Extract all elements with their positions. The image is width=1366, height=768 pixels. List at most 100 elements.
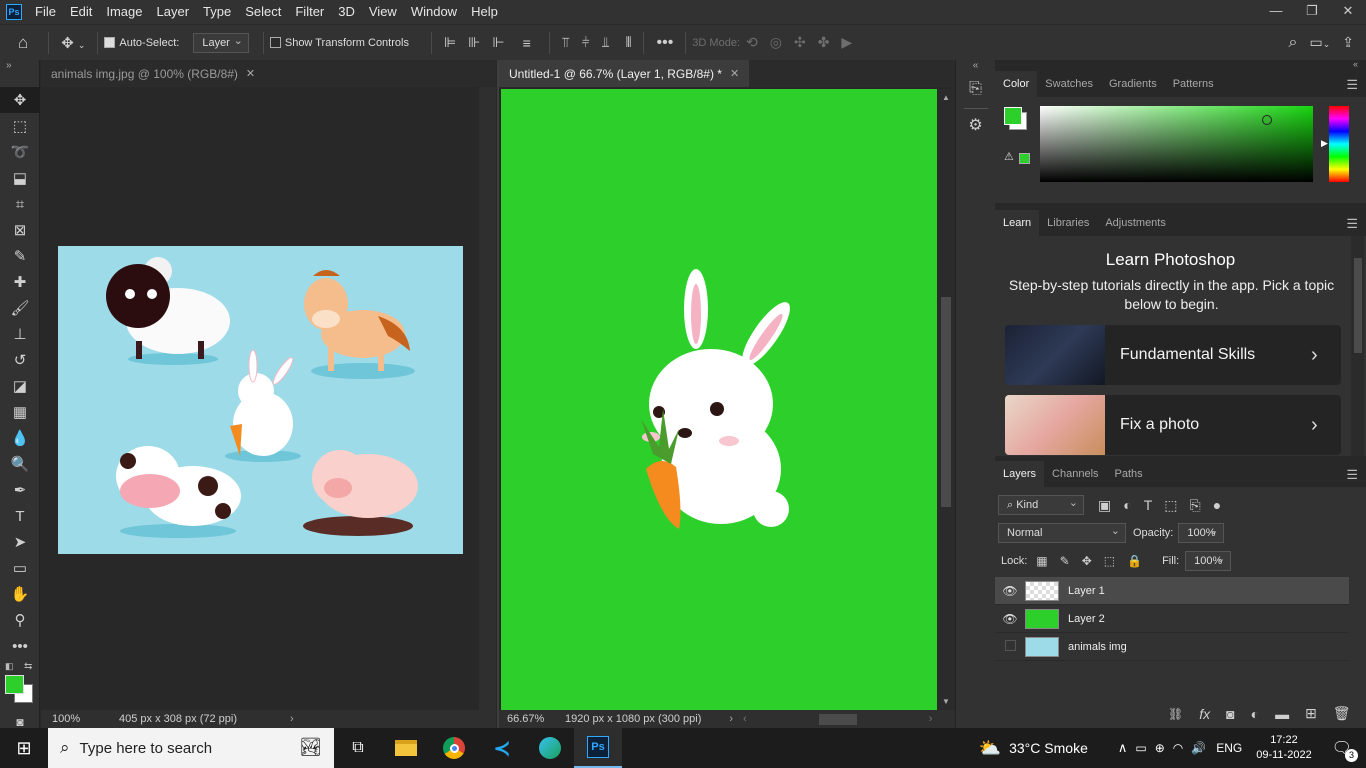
clone-stamp-tool-icon[interactable]: ⊥	[0, 321, 40, 347]
tab-channels[interactable]: Channels	[1044, 461, 1106, 487]
scroll-left-icon[interactable]: ‹	[743, 713, 747, 725]
layer-name[interactable]: Layer 2	[1068, 613, 1105, 625]
learn-scroll-thumb[interactable]	[1354, 258, 1362, 353]
color-panel-menu-icon[interactable]: ☰	[1346, 77, 1358, 93]
home-icon[interactable]: ⌂	[18, 33, 28, 53]
link-layers-icon[interactable]: ⛓	[1168, 707, 1183, 721]
lock-all-icon[interactable]: 🔒	[1127, 554, 1142, 568]
doc1-vertical-scrollbar[interactable]	[479, 87, 496, 711]
eye-icon[interactable]: 👁	[995, 612, 1025, 626]
crop-tool-icon[interactable]: ⌗	[0, 191, 40, 217]
scroll-right-icon[interactable]: ›	[929, 713, 933, 725]
rectangle-tool-icon[interactable]: ▭	[0, 555, 40, 581]
collapse-dock-icon[interactable]: «	[995, 60, 1366, 71]
smart-object-filter-icon[interactable]: ⎘	[1190, 497, 1201, 514]
blend-mode-dropdown[interactable]: Normal	[998, 522, 1126, 543]
menu-filter[interactable]: Filter	[288, 0, 331, 24]
move-tool-preset-icon[interactable]: ✥ ⌄	[61, 34, 85, 52]
zoom-tool-icon[interactable]: ⚲	[0, 607, 40, 633]
tab-learn[interactable]: Learn	[995, 210, 1040, 236]
doc1-tab[interactable]: animals img.jpg @ 100% (RGB/8#) ✕	[41, 60, 265, 87]
doc2-tab[interactable]: Untitled-1 @ 66.7% (Layer 1, RGB/8#) * ✕	[499, 60, 750, 87]
align-left-icon[interactable]: ⊫	[444, 34, 456, 51]
lock-transparent-icon[interactable]: ▦	[1036, 554, 1047, 568]
object-selection-tool-icon[interactable]: ⬓	[0, 165, 40, 191]
eyedropper-tool-icon[interactable]: ✎	[0, 243, 40, 269]
filter-toggle-icon[interactable]: ●	[1213, 497, 1221, 513]
notification-center-icon[interactable]: 🗨 3	[1332, 738, 1358, 762]
chevron-up-icon[interactable]: ∧	[1118, 740, 1128, 756]
more-options-icon[interactable]: •••	[656, 34, 673, 52]
hand-tool-icon[interactable]: ✋	[0, 581, 40, 607]
filter-kind-dropdown[interactable]: ⌕ Kind	[998, 494, 1084, 515]
align-middle-icon[interactable]: ⫩	[582, 34, 590, 51]
volume-icon[interactable]: 🔊	[1191, 741, 1206, 755]
delete-layer-icon[interactable]: 🗑	[1333, 705, 1351, 722]
foreground-color-swatch[interactable]	[5, 675, 24, 694]
brush-tool-icon[interactable]: 🖌	[0, 295, 40, 321]
chrome-icon[interactable]	[430, 728, 478, 768]
language-indicator[interactable]: ENG	[1216, 741, 1242, 755]
fg-color-chip[interactable]	[1004, 107, 1022, 125]
menu-view[interactable]: View	[362, 0, 404, 24]
clock[interactable]: 17:22 09-11-2022	[1256, 733, 1311, 763]
auto-select-checkbox[interactable]	[104, 37, 116, 48]
layer-name[interactable]: Layer 1	[1068, 585, 1105, 597]
menu-edit[interactable]: Edit	[63, 0, 99, 24]
task-view-icon[interactable]: ⧉	[334, 728, 382, 768]
network-icon[interactable]: ⊕	[1155, 741, 1165, 755]
opacity-input[interactable]: 100%	[1178, 522, 1225, 543]
restore-button[interactable]: ❐	[1294, 0, 1330, 24]
close-icon[interactable]: ✕	[730, 67, 739, 80]
distribute-icon[interactable]: ≡	[523, 35, 531, 51]
taskbar-search-box[interactable]: ⌕ Type here to search 🏞	[48, 728, 334, 768]
edit-toolbar-icon[interactable]: •••	[0, 633, 40, 659]
animals-image[interactable]	[58, 246, 463, 554]
hue-slider[interactable]	[1329, 106, 1349, 182]
blur-tool-icon[interactable]: 💧	[0, 425, 40, 451]
swap-colors-icon[interactable]: ⇆	[24, 661, 32, 672]
fx-icon[interactable]: fx	[1199, 706, 1210, 722]
photoshop-taskbar-icon[interactable]: Ps	[574, 728, 622, 768]
menu-layer[interactable]: Layer	[150, 0, 197, 24]
menu-3d[interactable]: 3D	[331, 0, 362, 24]
tab-paths[interactable]: Paths	[1107, 461, 1151, 487]
add-mask-icon[interactable]: ◙	[1226, 706, 1234, 722]
lock-pixels-icon[interactable]: ✎	[1060, 554, 1070, 568]
align-right-icon[interactable]: ⊩	[492, 34, 504, 51]
move-tool-icon[interactable]: ✥	[0, 87, 40, 113]
doc1-zoom-value[interactable]: 100%	[41, 713, 113, 725]
color-field[interactable]	[1040, 106, 1313, 182]
tab-adjustments[interactable]: Adjustments	[1097, 210, 1174, 236]
search-icon[interactable]: ⌕	[1289, 34, 1298, 52]
auto-select-target-dropdown[interactable]: Layer	[193, 32, 249, 53]
tab-layers[interactable]: Layers	[995, 461, 1045, 487]
history-panel-icon[interactable]: ⎘	[956, 80, 995, 108]
collapse-panels-icon[interactable]: «	[956, 60, 995, 80]
doc2-hscroll-thumb[interactable]	[818, 713, 857, 725]
doc2-zoom-value[interactable]: 66.67%	[499, 713, 565, 725]
layer-name[interactable]: animals img	[1068, 641, 1127, 653]
menu-image[interactable]: Image	[99, 0, 149, 24]
history-brush-tool-icon[interactable]: ↺	[0, 347, 40, 373]
show-transform-checkbox[interactable]	[269, 37, 281, 48]
frame-tool-icon[interactable]: ⊠	[0, 217, 40, 243]
weather-icon[interactable]: ⛅	[979, 738, 1001, 759]
scroll-up-icon[interactable]: ▲	[942, 93, 950, 102]
distribute-vertical-icon[interactable]: ⫴	[626, 34, 632, 51]
wifi-icon[interactable]: ◠	[1173, 741, 1183, 755]
tab-color[interactable]: Color	[995, 71, 1038, 97]
align-top-icon[interactable]: ⫪	[562, 34, 570, 51]
type-tool-icon[interactable]: T	[0, 503, 40, 529]
close-button[interactable]: ✕	[1330, 0, 1366, 24]
menu-window[interactable]: Window	[404, 0, 464, 24]
new-layer-icon[interactable]: ⊞	[1305, 705, 1317, 722]
doc1-status-arrow-icon[interactable]: ›	[290, 713, 294, 725]
windows-start-icon[interactable]: ⊞	[0, 728, 48, 768]
layer-row-animals-img[interactable]: animals img	[995, 633, 1349, 661]
healing-brush-tool-icon[interactable]: ✚	[0, 269, 40, 295]
learn-panel-menu-icon[interactable]: ☰	[1346, 216, 1358, 232]
visibility-toggle[interactable]	[995, 639, 1025, 654]
default-colors-icon[interactable]: ◧	[5, 661, 14, 672]
vscode-icon[interactable]: ≺	[478, 728, 526, 768]
